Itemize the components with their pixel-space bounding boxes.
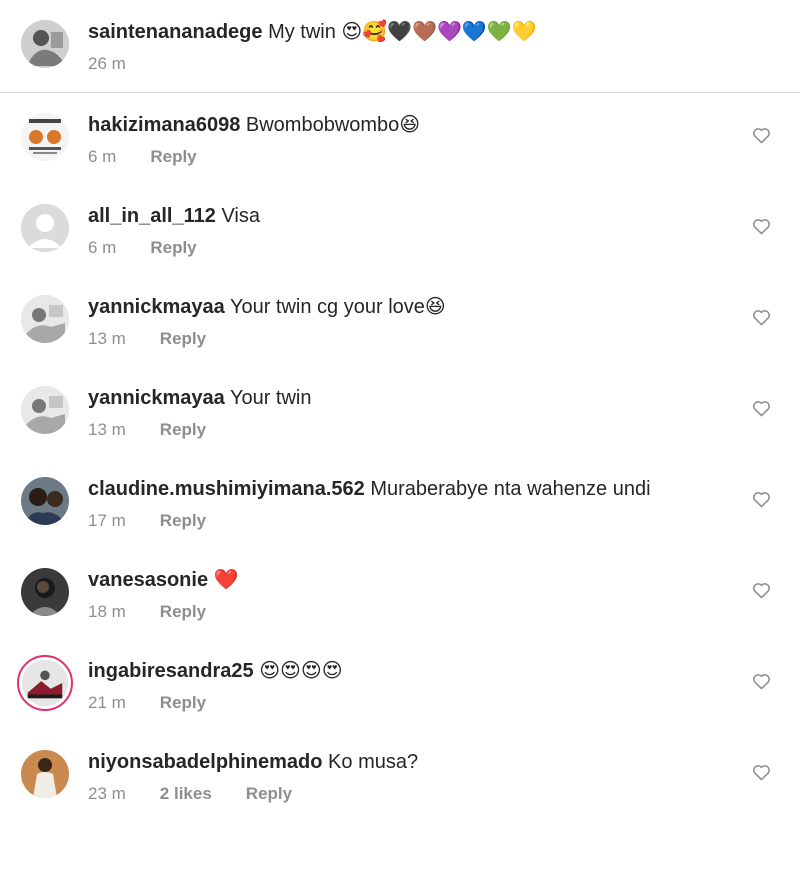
comment-avatar[interactable] — [21, 113, 69, 161]
comment-meta: 18 m Reply — [88, 602, 240, 622]
comment-time: 17 m — [88, 511, 126, 530]
comment-meta: 13 m Reply — [88, 420, 240, 440]
caption-avatar[interactable] — [21, 20, 69, 68]
comment-username[interactable]: vanesasonie — [88, 569, 208, 591]
comment-username[interactable]: yannickmayaa — [88, 296, 225, 318]
comment-time: 23 m — [88, 784, 126, 803]
comment-row: hakizimana6098 Bwombobwombo😆 6 m Reply — [0, 92, 800, 183]
comment-time: 13 m — [88, 420, 126, 439]
comment-time: 13 m — [88, 329, 126, 348]
heart-outline-icon[interactable] — [752, 126, 771, 144]
comment-row: all_in_all_112 Visa 6 m Reply — [0, 183, 800, 274]
caption-text-line: saintenananadege My twin 😍🥰🖤🤎💜💙💚💛 — [88, 20, 537, 44]
comment-username[interactable]: hakizimana6098 — [88, 114, 240, 136]
comment-username[interactable]: yannickmayaa — [88, 387, 225, 409]
comment-username[interactable]: all_in_all_112 — [88, 205, 216, 227]
comment-meta: 6 m Reply — [88, 147, 231, 167]
comment-username[interactable]: ingabiresandra25 — [88, 660, 254, 682]
comment-row: ingabiresandra25 😍😍😍😍 21 m Reply — [0, 638, 800, 729]
comment-text: Muraberabye nta wahenze undi — [370, 478, 651, 500]
comment-username[interactable]: claudine.mushimiyimana.562 — [88, 478, 365, 500]
reply-button[interactable]: Reply — [160, 511, 206, 530]
comment-meta: 13 m Reply — [88, 329, 240, 349]
comment-avatar[interactable] — [21, 750, 69, 798]
comment-row: yannickmayaa Your twin 13 m Reply — [0, 365, 800, 456]
comment-avatar-story[interactable] — [17, 655, 73, 711]
reply-button[interactable]: Reply — [150, 147, 196, 166]
reply-button[interactable]: Reply — [160, 602, 206, 621]
comment-text-line: ingabiresandra25 😍😍😍😍 — [88, 659, 343, 683]
comment-time: 6 m — [88, 238, 117, 257]
reply-button[interactable]: Reply — [160, 420, 206, 439]
reply-button[interactable]: Reply — [160, 693, 206, 712]
heart-outline-icon[interactable] — [752, 217, 771, 235]
comment-meta: 17 m Reply — [88, 511, 240, 531]
comment-meta: 6 m Reply — [88, 238, 231, 258]
heart-outline-icon[interactable] — [752, 308, 771, 326]
comment-text: Your twin cg your love😆 — [229, 296, 446, 318]
reply-button[interactable]: Reply — [160, 329, 206, 348]
comment-text-line: claudine.mushimiyimana.562 Muraberabye n… — [88, 477, 651, 501]
comment-row: claudine.mushimiyimana.562 Muraberabye n… — [0, 456, 800, 547]
reply-button[interactable]: Reply — [150, 238, 196, 257]
comment-text: 😍😍😍😍 — [259, 660, 343, 682]
comment-text-line: yannickmayaa Your twin — [88, 386, 312, 410]
likes-count[interactable]: 2 likes — [160, 784, 212, 803]
heart-outline-icon[interactable] — [752, 672, 771, 690]
comment-avatar[interactable] — [21, 568, 69, 616]
caption-time: 26 m — [88, 54, 126, 73]
heart-outline-icon[interactable] — [752, 490, 771, 508]
heart-outline-icon[interactable] — [752, 763, 771, 781]
comment-avatar[interactable] — [21, 477, 69, 525]
comment-meta: 21 m Reply — [88, 693, 240, 713]
comment-text-line: yannickmayaa Your twin cg your love😆 — [88, 295, 446, 319]
comment-text: Ko musa? — [328, 751, 419, 773]
comment-text: Your twin — [229, 387, 312, 409]
comment-text: Bwombobwombo😆 — [245, 114, 421, 136]
post-caption: saintenananadege My twin 😍🥰🖤🤎💜💙💚💛 26 m — [0, 0, 800, 93]
comment-text: Visa — [221, 205, 260, 227]
comment-avatar[interactable] — [21, 386, 69, 434]
caption-meta: 26 m — [88, 54, 160, 74]
comment-row: niyonsabadelphinemado Ko musa? 23 m 2 lik… — [0, 729, 800, 820]
comment-text-line: hakizimana6098 Bwombobwombo😆 — [88, 113, 420, 137]
heart-outline-icon[interactable] — [752, 399, 771, 417]
comment-time: 21 m — [88, 693, 126, 712]
comment-text: ❤️ — [213, 569, 239, 591]
caption-text: My twin 😍🥰🖤🤎💜💙💚💛 — [268, 21, 537, 43]
comment-row: vanesasonie ❤️ 18 m Reply — [0, 547, 800, 638]
comment-avatar[interactable] — [21, 295, 69, 343]
comment-row: yannickmayaa Your twin cg your love😆 13 … — [0, 274, 800, 365]
caption-username[interactable]: saintenananadege — [88, 21, 263, 43]
comment-avatar[interactable] — [21, 204, 69, 252]
comment-username[interactable]: niyonsabadelphinemado — [88, 751, 322, 773]
heart-outline-icon[interactable] — [752, 581, 771, 599]
reply-button[interactable]: Reply — [246, 784, 292, 803]
comment-text-line: all_in_all_112 Visa — [88, 204, 260, 228]
comment-meta: 23 m 2 likes Reply — [88, 784, 326, 804]
comment-text-line: vanesasonie ❤️ — [88, 568, 239, 592]
comment-time: 18 m — [88, 602, 126, 621]
comment-time: 6 m — [88, 147, 117, 166]
comment-text-line: niyonsabadelphinemado Ko musa? — [88, 750, 418, 774]
